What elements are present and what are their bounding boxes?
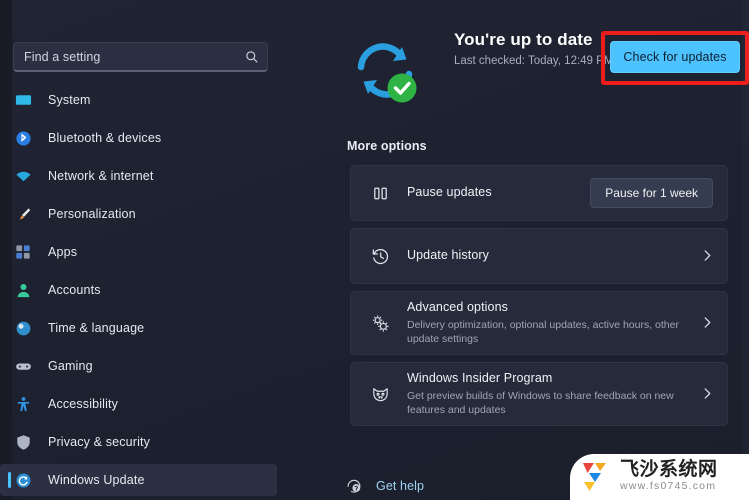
shield-icon: [14, 433, 32, 451]
selected-indicator-bar: [8, 472, 11, 488]
get-help-link[interactable]: Get help: [346, 478, 424, 494]
card-title: Pause updates: [407, 185, 492, 200]
site-watermark: 飞沙系统网 www.fs0745.com: [570, 454, 749, 500]
sidebar-item-label: Bluetooth & devices: [48, 131, 162, 145]
sidebar-item-gaming[interactable]: Gaming: [0, 350, 300, 382]
network-wifi-icon: [14, 167, 32, 185]
options-card-list: Pause updates Pause for 1 week Update hi…: [350, 165, 728, 433]
sidebar-item-label: System: [48, 93, 91, 107]
sidebar-item-label: Privacy & security: [48, 435, 151, 449]
chevron-right-icon[interactable]: [702, 316, 713, 331]
sidebar-item-accounts[interactable]: Accounts: [0, 274, 300, 306]
search-icon[interactable]: [245, 50, 259, 64]
more-options-heading: More options: [347, 139, 427, 153]
gamepad-icon: [14, 357, 32, 375]
sidebar-item-system[interactable]: System: [0, 84, 300, 116]
sidebar-item-bluetooth-devices[interactable]: Bluetooth & devices: [0, 122, 300, 154]
watermark-logo-icon: [580, 460, 614, 494]
sidebar-item-windows-update[interactable]: Windows Update: [0, 464, 277, 496]
card-windows-insider-program[interactable]: Windows Insider Program Get preview buil…: [350, 362, 728, 426]
card-pause-updates[interactable]: Pause updates Pause for 1 week: [350, 165, 728, 221]
chevron-right-icon[interactable]: [702, 387, 713, 402]
get-help-label: Get help: [376, 479, 425, 493]
settings-window: Find a setting System Bluetooth & device…: [0, 0, 749, 500]
check-for-updates-button[interactable]: Check for updates: [610, 41, 740, 73]
accessibility-icon: [14, 395, 32, 413]
globe-clock-icon: [14, 319, 32, 337]
search-placeholder: Find a setting: [24, 49, 101, 64]
settings-sidebar: Find a setting System Bluetooth & device…: [0, 0, 300, 500]
card-text: Update history: [407, 248, 692, 264]
person-icon: [14, 281, 32, 299]
pause-for-1-week-button[interactable]: Pause for 1 week: [590, 178, 713, 208]
card-subtitle: Delivery optimization, optional updates,…: [407, 318, 679, 345]
sidebar-item-label: Gaming: [48, 359, 93, 373]
sidebar-item-personalization[interactable]: Personalization: [0, 198, 300, 230]
vertical-scrollbar[interactable]: [742, 0, 749, 500]
card-text: Windows Insider Program Get preview buil…: [407, 371, 692, 417]
insider-cat-icon: [367, 384, 393, 405]
card-title: Windows Insider Program: [407, 371, 553, 386]
windows-update-icon: [14, 471, 32, 489]
sync-check-icon: [348, 38, 424, 108]
search-field-wrapper: Find a setting: [13, 42, 268, 72]
sidebar-item-label: Personalization: [48, 207, 136, 221]
help-question-icon: [346, 478, 362, 494]
sidebar-item-label: Network & internet: [48, 169, 154, 183]
card-text: Advanced options Delivery optimization, …: [407, 300, 692, 346]
pause-icon: [367, 184, 393, 203]
search-input[interactable]: Find a setting: [13, 42, 268, 72]
card-update-history[interactable]: Update history: [350, 228, 728, 284]
watermark-site-name: 飞沙系统网: [620, 459, 718, 481]
sidebar-item-label: Windows Update: [48, 473, 145, 487]
sidebar-item-label: Accounts: [48, 283, 101, 297]
sidebar-item-time-language[interactable]: Time & language: [0, 312, 300, 344]
chevron-right-icon[interactable]: [702, 249, 713, 264]
card-advanced-options[interactable]: Advanced options Delivery optimization, …: [350, 291, 728, 355]
gears-icon: [367, 313, 393, 334]
sidebar-item-accessibility[interactable]: Accessibility: [0, 388, 300, 420]
sidebar-item-privacy-security[interactable]: Privacy & security: [0, 426, 300, 458]
card-title: Advanced options: [407, 300, 508, 315]
sidebar-item-network-internet[interactable]: Network & internet: [0, 160, 300, 192]
sidebar-item-apps[interactable]: Apps: [0, 236, 300, 268]
card-title: Update history: [407, 248, 489, 263]
apps-grid-icon: [14, 243, 32, 261]
sidebar-item-label: Time & language: [48, 321, 145, 335]
watermark-url: www.fs0745.com: [620, 480, 717, 493]
system-icon: [14, 91, 32, 109]
sidebar-item-label: Accessibility: [48, 397, 119, 411]
sidebar-item-label: Apps: [48, 245, 78, 259]
bluetooth-icon: [14, 129, 32, 147]
card-text: Pause updates: [407, 185, 590, 201]
main-content: You're up to date Last checked: Today, 1…: [300, 0, 749, 500]
card-subtitle: Get preview builds of Windows to share f…: [407, 389, 674, 416]
history-clock-icon: [367, 247, 393, 266]
sidebar-nav-list: System Bluetooth & devices Network & int…: [0, 84, 300, 500]
paintbrush-icon: [14, 205, 32, 223]
watermark-text: 飞沙系统网 www.fs0745.com: [620, 460, 718, 494]
